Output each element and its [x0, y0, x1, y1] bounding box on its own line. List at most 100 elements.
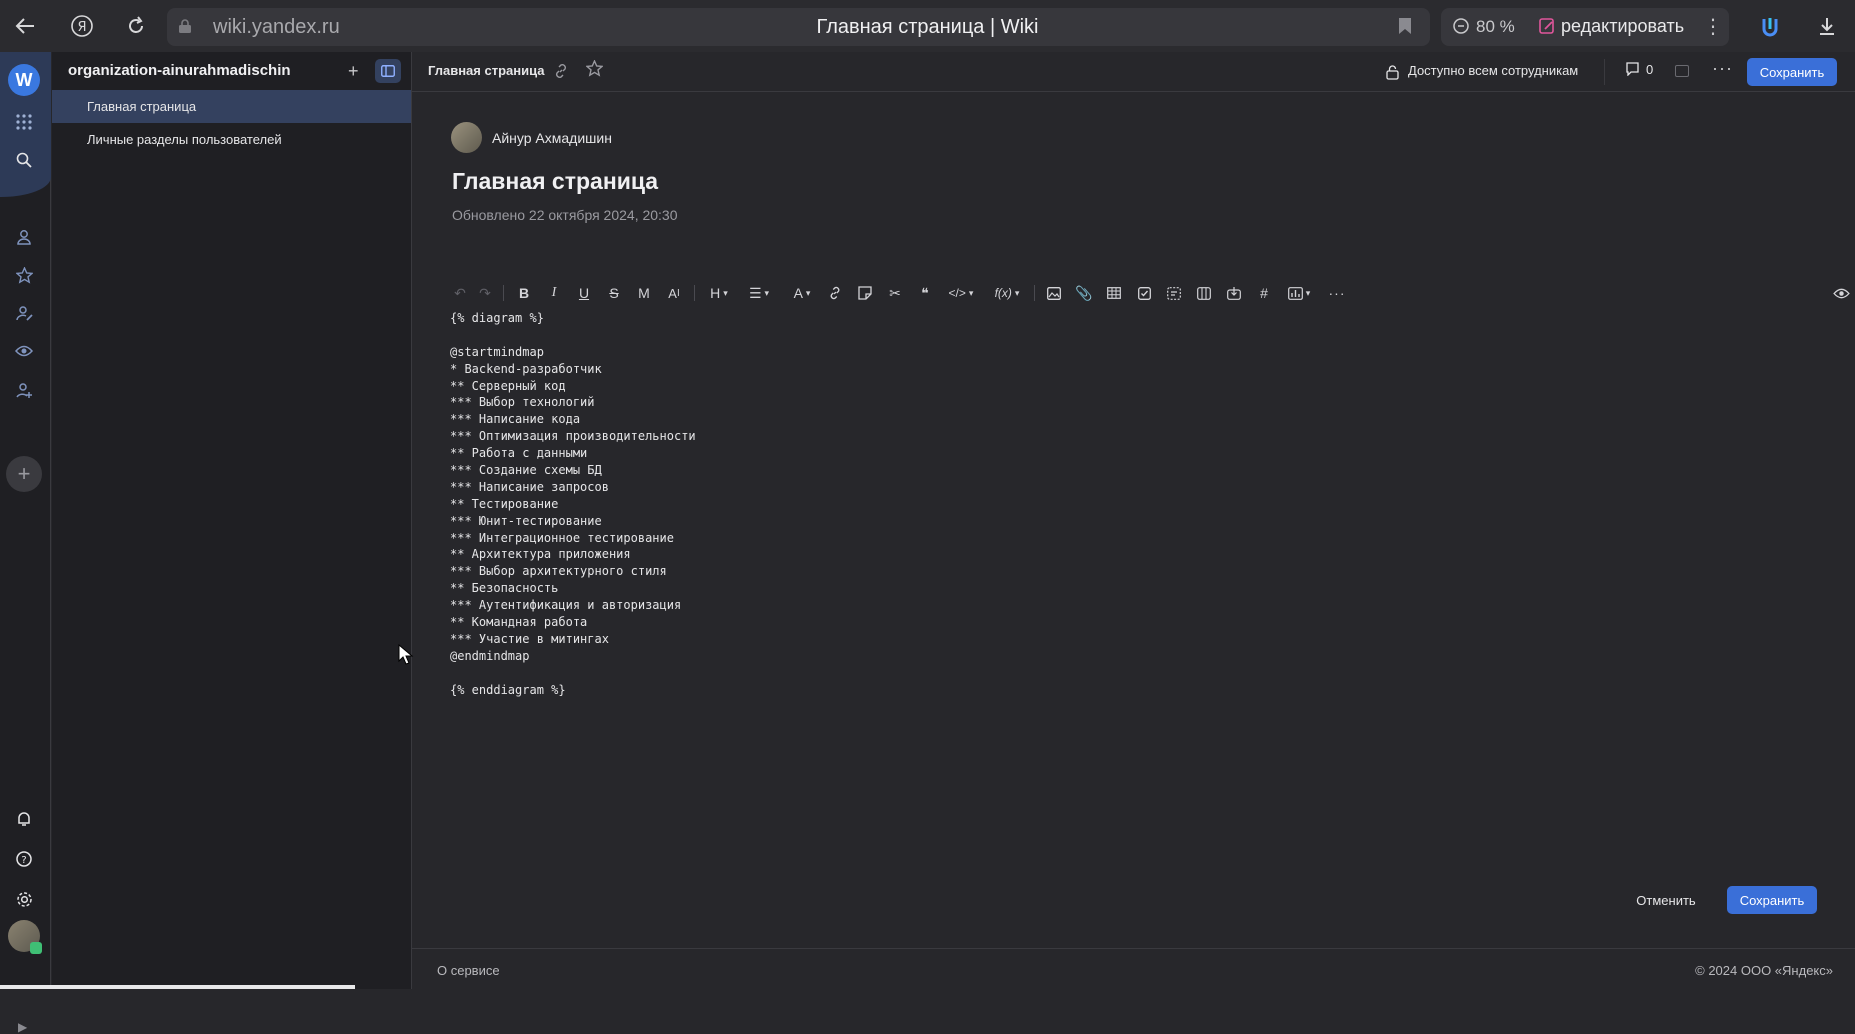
save-button[interactable]: Сохранить: [1727, 886, 1817, 914]
heading-dropdown-icon[interactable]: H ▾: [704, 280, 734, 306]
include-icon[interactable]: [1224, 280, 1244, 306]
back-arrow-icon[interactable]: [11, 12, 39, 40]
quote-icon[interactable]: ❝: [915, 280, 935, 306]
cut-icon[interactable]: ✂: [885, 280, 905, 306]
access-status[interactable]: Доступно всем сотрудникам: [1408, 63, 1578, 78]
reader-mode-icon[interactable]: [1450, 13, 1472, 39]
editor-line[interactable]: ** Серверный код: [450, 378, 696, 395]
cancel-button[interactable]: Отменить: [1625, 886, 1707, 914]
editor-line[interactable]: *** Создание схемы БД: [450, 462, 696, 479]
author-name[interactable]: Айнур Ахмадишин: [492, 130, 612, 146]
settings-gear-icon[interactable]: [13, 888, 35, 910]
formula-dropdown-icon[interactable]: f(x) ▾: [990, 280, 1024, 306]
zoom-level[interactable]: 80 %: [1476, 17, 1515, 37]
chart-dropdown-icon[interactable]: ▾: [1282, 280, 1316, 306]
search-icon[interactable]: [13, 149, 35, 171]
editor-line[interactable]: *** Выбор архитектурного стиля: [450, 563, 696, 580]
editor-line[interactable]: {% enddiagram %}: [450, 682, 696, 699]
editor-line[interactable]: [450, 665, 696, 682]
sidebar-item-main-page[interactable]: Главная страница: [52, 90, 411, 123]
text-color-dropdown-icon[interactable]: A ▾: [787, 280, 817, 306]
editor-line[interactable]: @startmindmap: [450, 344, 696, 361]
markup-editor[interactable]: {% diagram %} @startmindmap * Backend-раз…: [450, 310, 696, 698]
divider: [1604, 59, 1605, 85]
organization-name[interactable]: organization-ainurahmadischin: [68, 62, 291, 79]
sidebar-toggle-button[interactable]: [375, 59, 401, 83]
user-icon[interactable]: [13, 226, 35, 248]
edit-button[interactable]: редактировать: [1561, 16, 1684, 37]
editor-line[interactable]: ** Работа с данными: [450, 445, 696, 462]
editor-line[interactable]: *** Написание запросов: [450, 479, 696, 496]
code-dropdown-icon[interactable]: </> ▾: [944, 280, 978, 306]
user-add-icon[interactable]: [13, 379, 35, 401]
favorite-star-icon[interactable]: [585, 59, 604, 82]
comments-counter[interactable]: 0: [1625, 62, 1653, 77]
more-horizontal-icon[interactable]: ···: [1712, 58, 1733, 79]
editor-line[interactable]: ** Архитектура приложения: [450, 546, 696, 563]
editor-line[interactable]: *** Выбор технологий: [450, 394, 696, 411]
anchor-hash-icon[interactable]: #: [1254, 280, 1274, 306]
monospace-icon[interactable]: M: [634, 280, 654, 306]
user-edit-icon[interactable]: [13, 302, 35, 324]
star-icon[interactable]: [13, 264, 35, 286]
more-vertical-icon[interactable]: ⋮: [1703, 14, 1723, 39]
editor-line[interactable]: *** Юнит-тестирование: [450, 513, 696, 530]
footer: О сервисе © 2024 ООО «Яндекс»: [412, 948, 1855, 989]
text-style-icon[interactable]: AI: [663, 280, 685, 306]
bookmark-icon[interactable]: [1391, 12, 1419, 40]
address-bar[interactable]: [167, 8, 1430, 46]
editor-line[interactable]: {% diagram %}: [450, 310, 696, 327]
more-tools-icon[interactable]: ···: [1327, 280, 1347, 306]
editor-line[interactable]: ** Безопасность: [450, 580, 696, 597]
help-icon[interactable]: ?: [13, 848, 35, 870]
strikethrough-icon[interactable]: S: [604, 280, 624, 306]
checkbox-icon[interactable]: [1134, 280, 1154, 306]
url-text[interactable]: wiki.yandex.ru: [213, 16, 340, 39]
download-icon[interactable]: [1813, 12, 1841, 40]
editor-line[interactable]: *** Написание кода: [450, 411, 696, 428]
bottom-strip: [0, 985, 355, 989]
preview-eye-icon[interactable]: [1831, 280, 1851, 306]
bell-icon[interactable]: [13, 808, 35, 830]
cut-block-icon[interactable]: [1164, 280, 1184, 306]
table-icon[interactable]: [1104, 280, 1124, 306]
apps-grid-icon[interactable]: [13, 111, 35, 133]
attachment-icon[interactable]: 📎: [1074, 280, 1094, 306]
add-service-button[interactable]: +: [6, 456, 42, 492]
underline-icon[interactable]: U: [574, 280, 594, 306]
columns-icon[interactable]: [1194, 280, 1214, 306]
editor-line[interactable]: *** Интеграционное тестирование: [450, 530, 696, 547]
wiki-logo-icon[interactable]: W: [8, 64, 40, 96]
note-icon[interactable]: [855, 280, 875, 306]
redo-icon[interactable]: ↷: [475, 280, 495, 306]
editor-line[interactable]: *** Участие в митингах: [450, 631, 696, 648]
list-dropdown-icon[interactable]: ☰ ▾: [742, 280, 776, 306]
editor-line[interactable]: [450, 327, 696, 344]
editor-line[interactable]: ** Командная работа: [450, 614, 696, 631]
image-icon[interactable]: [1044, 280, 1064, 306]
editor-line[interactable]: * Backend-разработчик: [450, 361, 696, 378]
edit-pencil-icon[interactable]: [1536, 13, 1558, 39]
undo-icon[interactable]: ↶: [450, 280, 470, 306]
editor-line[interactable]: *** Оптимизация производительности: [450, 428, 696, 445]
bold-icon[interactable]: B: [514, 280, 534, 306]
expand-play-icon[interactable]: ▶: [18, 1020, 27, 1034]
reload-icon[interactable]: [122, 12, 150, 40]
breadcrumb[interactable]: Главная страница: [428, 63, 544, 78]
editor-line[interactable]: @endmindmap: [450, 648, 696, 665]
editor-line[interactable]: *** Аутентификация и авторизация: [450, 597, 696, 614]
editor-line[interactable]: ** Тестирование: [450, 496, 696, 513]
italic-icon[interactable]: I: [544, 280, 564, 306]
link-icon[interactable]: [825, 280, 845, 306]
copy-link-icon[interactable]: [553, 63, 569, 82]
about-service-link[interactable]: О сервисе: [437, 963, 500, 978]
yandex-browser-logo-icon[interactable]: Я: [68, 12, 96, 40]
save-button-top[interactable]: Сохранить: [1747, 58, 1837, 86]
side-panel-icon[interactable]: [1675, 65, 1689, 77]
add-page-icon[interactable]: +: [348, 61, 359, 82]
sidebar-item-personal-sections[interactable]: Личные разделы пользователей: [52, 123, 411, 156]
page-header-bar: Главная страница Доступно всем сотрудник…: [412, 52, 1855, 92]
extension-icon[interactable]: [1758, 12, 1786, 40]
author-avatar[interactable]: [451, 122, 482, 153]
eye-icon[interactable]: [13, 340, 35, 362]
